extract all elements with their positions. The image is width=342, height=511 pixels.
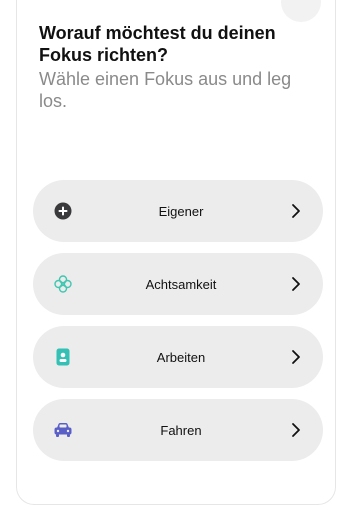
focus-option-label: Achtsamkeit — [145, 276, 217, 292]
sheet-corner-decoration — [281, 0, 321, 22]
focus-option-label: Fahren — [160, 422, 202, 438]
focus-option-achtsamkeit[interactable]: Achtsamkeit — [33, 253, 323, 315]
focus-option-fahren[interactable]: Fahren — [33, 399, 323, 461]
car-icon — [53, 420, 73, 440]
page-subtitle: Wähle einen Fokus aus und leg los. — [39, 69, 292, 111]
chevron-right-icon — [289, 348, 303, 366]
focus-options-list: Eigener Achtsamkeit Arbeiten Fahren — [33, 180, 323, 472]
focus-option-label: Arbeiten — [156, 349, 206, 365]
chevron-right-icon — [289, 275, 303, 293]
focus-option-eigener[interactable]: Eigener — [33, 180, 323, 242]
flower-icon — [53, 274, 73, 294]
id-badge-icon — [53, 347, 73, 367]
focus-sheet: Worauf möchtest du deinen Fokus richten?… — [16, 0, 336, 505]
plus-circle-icon — [53, 201, 73, 221]
focus-option-label: Eigener — [158, 203, 204, 219]
chevron-right-icon — [289, 421, 303, 439]
focus-option-arbeiten[interactable]: Arbeiten — [33, 326, 323, 388]
chevron-right-icon — [289, 202, 303, 220]
heading: Worauf möchtest du deinen Fokus richten?… — [39, 22, 309, 112]
page-title: Worauf möchtest du deinen Fokus richten? — [39, 23, 276, 65]
